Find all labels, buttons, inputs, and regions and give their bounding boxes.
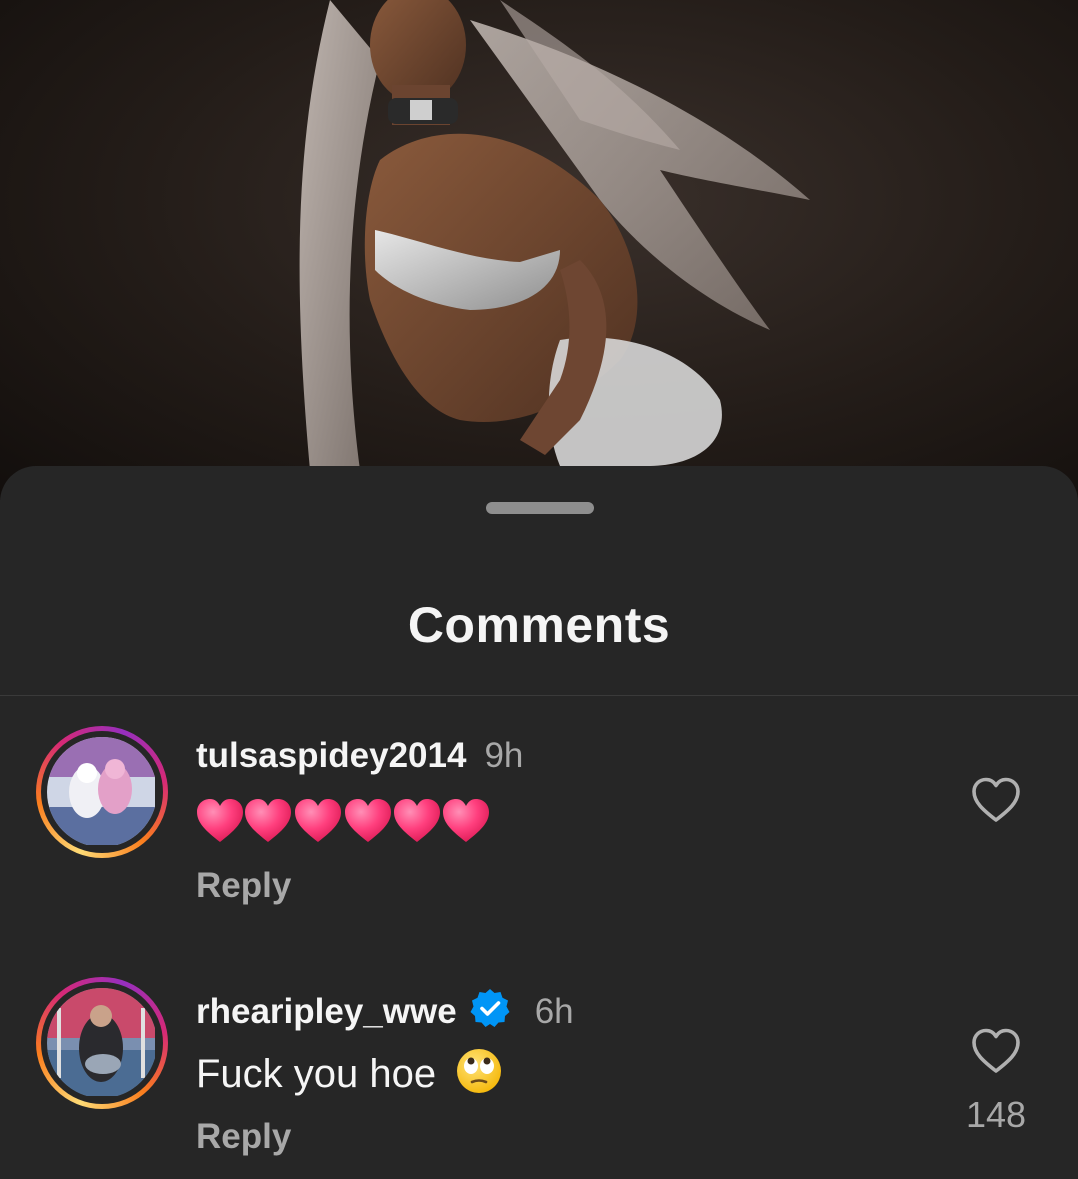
divider bbox=[0, 695, 1078, 696]
avatar-story-ring[interactable] bbox=[36, 726, 168, 858]
heart-outline-icon[interactable] bbox=[970, 776, 1022, 824]
comment-time: 6h bbox=[534, 992, 574, 1031]
post-photo-illustration bbox=[299, 0, 810, 470]
reply-button[interactable]: Reply bbox=[196, 1117, 291, 1157]
comments-sheet bbox=[0, 466, 1078, 1179]
avatar[interactable] bbox=[47, 737, 157, 847]
post-photo bbox=[0, 0, 1078, 500]
rolling-eyes-emoji bbox=[457, 1049, 502, 1093]
avatar-story-ring[interactable] bbox=[36, 977, 168, 1109]
comment-username[interactable]: rhearipley_wwe bbox=[196, 992, 457, 1031]
comment-text: Fuck you hoe bbox=[196, 1052, 437, 1096]
like-count[interactable]: 148 bbox=[940, 1094, 1052, 1136]
comment-time: 9h bbox=[484, 736, 524, 775]
avatar-image bbox=[47, 988, 155, 1096]
avatar[interactable] bbox=[47, 988, 157, 1098]
comment-username[interactable]: tulsaspidey2014 bbox=[196, 736, 466, 775]
sheet-title: Comments bbox=[407, 597, 671, 653]
comment-text-row: Fuck you hoe bbox=[196, 1047, 503, 1097]
heart-outline-icon[interactable] bbox=[970, 1027, 1022, 1075]
verified-badge-icon bbox=[470, 989, 510, 1027]
drag-handle[interactable] bbox=[486, 502, 594, 514]
avatar-image bbox=[47, 737, 155, 845]
pink-hearts-emoji bbox=[197, 799, 489, 842]
reply-button[interactable]: Reply bbox=[196, 866, 291, 906]
